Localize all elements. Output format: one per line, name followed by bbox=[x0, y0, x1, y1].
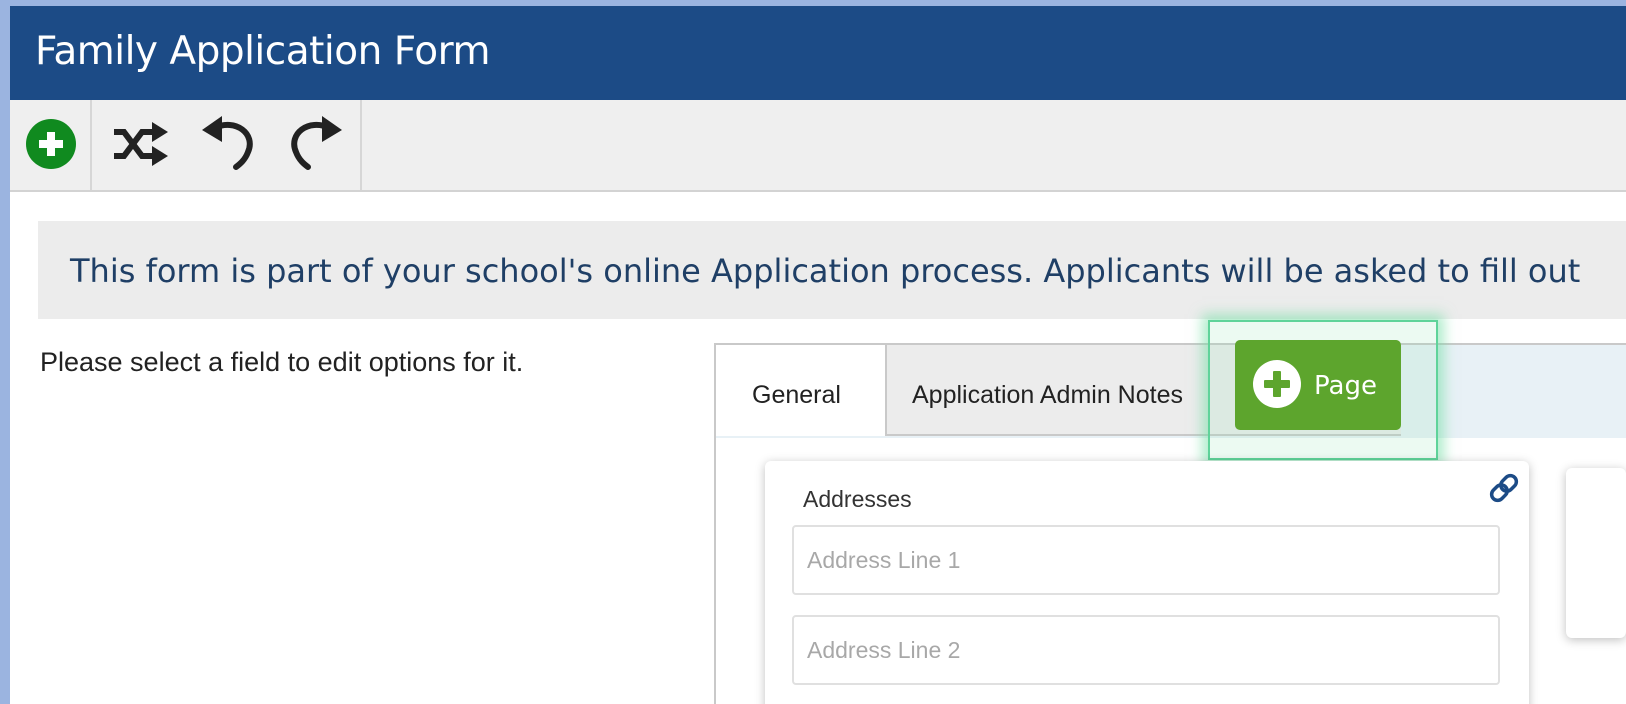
undo-icon bbox=[202, 116, 253, 170]
tab-application-admin-notes-label: Application Admin Notes bbox=[912, 381, 1183, 409]
tab-general[interactable]: General bbox=[716, 343, 885, 436]
toolbar-group-add bbox=[10, 100, 92, 190]
add-page-label: Page bbox=[1314, 371, 1377, 401]
addresses-field-card[interactable]: Addresses bbox=[765, 461, 1529, 704]
add-page-button[interactable]: Page bbox=[1235, 340, 1401, 430]
title-bar: Family Application Form bbox=[10, 6, 1626, 100]
toolbar-group-edit bbox=[92, 100, 362, 190]
plus-circle-icon bbox=[1253, 360, 1301, 408]
address-line-2-input[interactable] bbox=[792, 615, 1500, 685]
info-banner: This form is part of your school's onlin… bbox=[38, 221, 1626, 319]
addresses-label: Addresses bbox=[803, 486, 912, 512]
adjacent-field-card[interactable] bbox=[1566, 468, 1626, 638]
add-circle-icon bbox=[26, 119, 76, 169]
address-line-1-input[interactable] bbox=[792, 525, 1500, 595]
info-banner-text: This form is part of your school's onlin… bbox=[70, 252, 1581, 290]
field-selection-hint: Please select a field to edit options fo… bbox=[40, 347, 524, 377]
add-field-button[interactable] bbox=[24, 100, 78, 190]
shuffle-button[interactable] bbox=[108, 100, 170, 190]
undo-button[interactable] bbox=[198, 100, 258, 190]
redo-button[interactable] bbox=[286, 100, 346, 190]
link-icon[interactable] bbox=[1487, 471, 1521, 505]
app-window: Family Application Form This form is par… bbox=[10, 6, 1626, 704]
tab-general-label: General bbox=[752, 381, 841, 409]
shuffle-icon bbox=[114, 122, 168, 166]
toolbar bbox=[10, 100, 1626, 192]
redo-icon bbox=[291, 116, 342, 170]
window-title: Family Application Form bbox=[35, 29, 490, 74]
